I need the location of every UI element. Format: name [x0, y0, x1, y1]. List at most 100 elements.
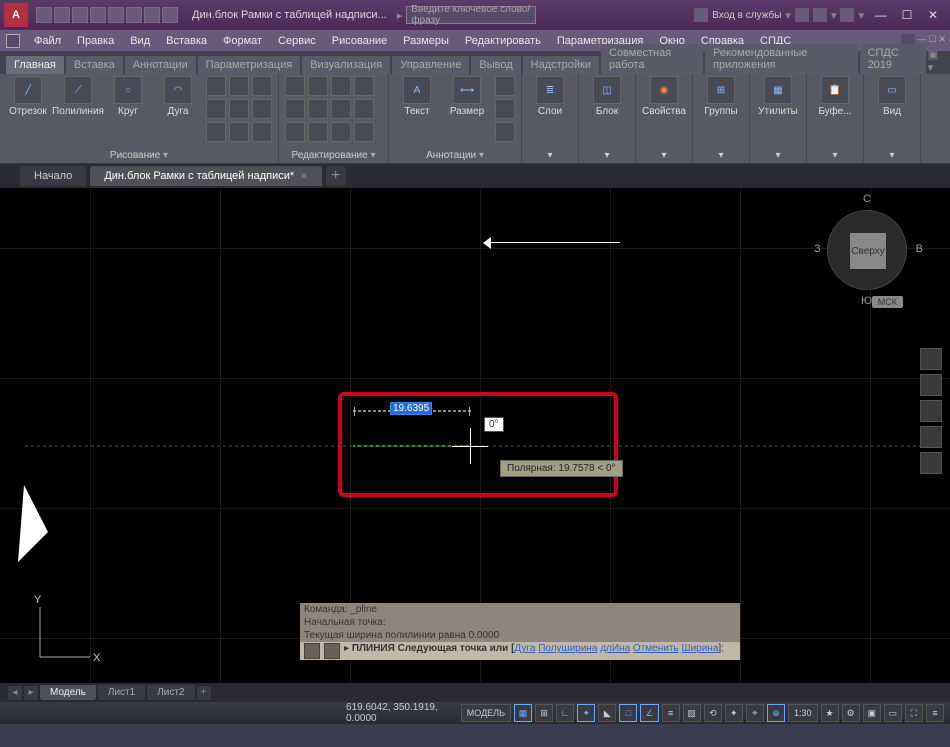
qat-redo-icon[interactable]: [162, 7, 178, 23]
cmd-toggle-icon[interactable]: [304, 643, 320, 659]
menu-draw[interactable]: Рисование: [324, 30, 395, 51]
menu-format[interactable]: Формат: [215, 30, 270, 51]
otrack-toggle-icon[interactable]: ∠: [640, 704, 658, 722]
cmd-opts-icon[interactable]: [324, 643, 340, 659]
panel-edit-title[interactable]: Редактирование: [292, 150, 376, 161]
scroll-right-icon[interactable]: ▸: [24, 686, 38, 700]
circle-button[interactable]: ○Круг: [106, 76, 150, 142]
cycle-toggle-icon[interactable]: ⟲: [704, 704, 722, 722]
qat-undo-icon[interactable]: [144, 7, 160, 23]
ribbon-tab-param[interactable]: Параметризация: [198, 56, 300, 74]
menu-edit[interactable]: Правка: [69, 30, 122, 51]
angle-input[interactable]: 0°: [484, 417, 504, 432]
line-button[interactable]: ╱Отрезок: [6, 76, 50, 142]
menu-view[interactable]: Вид: [122, 30, 158, 51]
panel-anno-title[interactable]: Аннотации: [426, 150, 484, 161]
qat-plot-icon[interactable]: [126, 7, 142, 23]
ribbon-tab-output[interactable]: Вывод: [471, 56, 520, 74]
polyline-button[interactable]: ⟋Полилиния: [56, 76, 100, 142]
menu-file[interactable]: Файл: [26, 30, 69, 51]
osnap-toggle-icon[interactable]: □: [619, 704, 637, 722]
help-icon[interactable]: [840, 8, 854, 22]
menu-toggle-icon[interactable]: [6, 34, 20, 48]
drawing-canvas[interactable]: Сверху С Ю В З МСК 19.6395 0° Полярная: …: [0, 188, 950, 682]
menu-insert[interactable]: Вставка: [158, 30, 215, 51]
dim-button[interactable]: ⟷Размер: [445, 76, 489, 142]
space-toggle[interactable]: МОДЕЛЬ: [461, 704, 511, 722]
panel-draw-title[interactable]: Рисование: [110, 150, 168, 161]
dynucs-toggle-icon[interactable]: ⌖: [746, 704, 764, 722]
qat-saveas-icon[interactable]: [90, 7, 106, 23]
custom-icon[interactable]: ≡: [926, 704, 944, 722]
scroll-left-icon[interactable]: ◂: [8, 686, 22, 700]
ribbon-tab-addon[interactable]: Надстройки: [523, 56, 599, 74]
ribbon-tab-featured[interactable]: Рекомендованные приложения: [705, 44, 858, 74]
signin-link[interactable]: Вход в службы: [712, 10, 781, 21]
snap-toggle-icon[interactable]: ⊞: [535, 704, 553, 722]
ribbon-tab-visual[interactable]: Визуализация: [302, 56, 390, 74]
polar-toggle-icon[interactable]: ✦: [577, 704, 595, 722]
qat-saveall-icon[interactable]: [108, 7, 124, 23]
clean-toggle-icon[interactable]: ⛶: [905, 704, 923, 722]
command-prompt[interactable]: ▸ ПЛИНИЯ Следующая точка или [Дуга Полуш…: [344, 643, 724, 659]
ribbon-tab-home[interactable]: Главная: [6, 56, 64, 74]
ribbon-tab-collab[interactable]: Совместная работа: [601, 44, 703, 74]
qat-save-icon[interactable]: [72, 7, 88, 23]
properties-button[interactable]: ◉Свойства: [642, 76, 686, 117]
account-icon[interactable]: [694, 8, 708, 22]
utilities-button[interactable]: ▦Утилиты: [756, 76, 800, 117]
close-tab-icon[interactable]: ✕: [300, 171, 308, 182]
maximize-button[interactable]: ☐: [894, 4, 920, 26]
add-tab-button[interactable]: +: [326, 166, 346, 186]
iso-toggle-icon[interactable]: ◣: [598, 704, 616, 722]
3dsnap-toggle-icon[interactable]: ✦: [725, 704, 743, 722]
a360-icon[interactable]: [813, 8, 827, 22]
distance-input[interactable]: 19.6395: [390, 402, 432, 415]
transparency-toggle-icon[interactable]: ▨: [683, 704, 701, 722]
text-button[interactable]: АТекст: [395, 76, 439, 142]
doc-tab-home[interactable]: Начало: [20, 166, 86, 186]
doc-tab-current[interactable]: Дин.блок Рамки с таблицей надписи*✕: [90, 166, 321, 186]
layout-tab-model[interactable]: Модель: [40, 685, 96, 700]
close-button[interactable]: ✕: [920, 4, 946, 26]
minimize-button[interactable]: —: [868, 4, 894, 26]
draw-more[interactable]: [206, 76, 272, 142]
qat-open-icon[interactable]: [54, 7, 70, 23]
workspace-icon[interactable]: ⚙: [842, 704, 860, 722]
grid-toggle-icon[interactable]: ▦: [514, 704, 532, 722]
menu-dim[interactable]: Размеры: [395, 30, 457, 51]
exchange-icon[interactable]: [795, 8, 809, 22]
command-window[interactable]: Команда: _pline Начальная точка: Текущая…: [300, 603, 740, 660]
add-layout-icon[interactable]: +: [197, 686, 211, 700]
ribbon-tab-spds[interactable]: СПДС 2019: [860, 44, 926, 74]
block-button[interactable]: ◫Блок: [585, 76, 629, 117]
ribbon-expand-icon[interactable]: ▣ ▾: [928, 48, 944, 74]
layout-tab-1[interactable]: Лист1: [98, 685, 145, 700]
layout-tab-2[interactable]: Лист2: [147, 685, 194, 700]
groups-button[interactable]: ⊞Группы: [699, 76, 743, 117]
doc-max-button[interactable]: ☐: [928, 34, 936, 48]
dyninput-toggle-icon[interactable]: ⊕: [767, 704, 785, 722]
anno-toggle-icon[interactable]: ★: [821, 704, 839, 722]
units-toggle-icon[interactable]: ▭: [884, 704, 902, 722]
ribbon-tab-manage[interactable]: Управление: [392, 56, 469, 74]
ribbon-tab-anno[interactable]: Аннотации: [125, 56, 196, 74]
lineweight-toggle-icon[interactable]: ≡: [662, 704, 680, 722]
arc-button[interactable]: ◠Дуга: [156, 76, 200, 142]
view-button[interactable]: ▭Вид: [870, 76, 914, 117]
clipboard-button[interactable]: 📋Буфе...: [813, 76, 857, 117]
modify-grid[interactable]: [285, 76, 382, 142]
menu-service[interactable]: Сервис: [270, 30, 324, 51]
menu-modify[interactable]: Редактировать: [457, 30, 549, 51]
ortho-toggle-icon[interactable]: ∟: [556, 704, 574, 722]
doc-close-button[interactable]: ✕: [938, 34, 946, 48]
layers-button[interactable]: ≣Слои: [528, 76, 572, 117]
qat-new-icon[interactable]: [36, 7, 52, 23]
coords-readout[interactable]: 619.6042, 350.1919, 0.0000: [346, 702, 458, 724]
app-icon[interactable]: A: [4, 3, 28, 27]
anno-more[interactable]: [495, 76, 515, 142]
ribbon-tab-insert[interactable]: Вставка: [66, 56, 123, 74]
monitor-icon[interactable]: ▣: [863, 704, 881, 722]
scale-control[interactable]: 1:30: [788, 704, 818, 722]
search-input[interactable]: Введите ключевое слово/фразу: [406, 6, 536, 24]
